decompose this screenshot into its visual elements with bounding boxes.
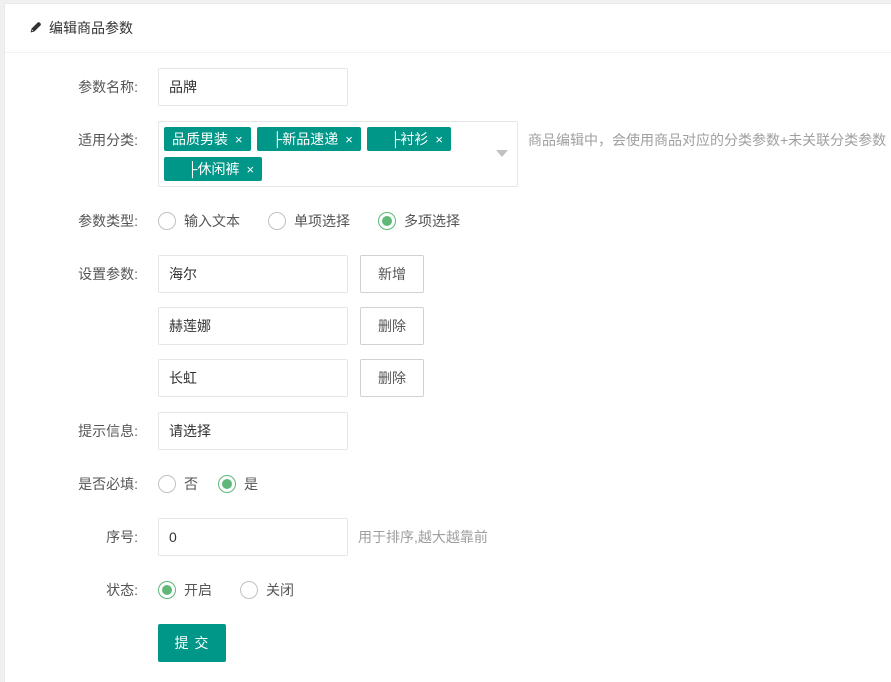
- tag-label: ├新品速递: [265, 129, 339, 149]
- hint-info-input[interactable]: [158, 412, 348, 450]
- tag-label: ├衬衫: [375, 129, 428, 149]
- sort-label: 序号:: [5, 518, 138, 556]
- delete-param-button[interactable]: 删除: [360, 359, 424, 397]
- hint-info-label: 提示信息:: [5, 412, 138, 450]
- radio-label: 输入文本: [184, 211, 240, 231]
- radio-label: 关闭: [266, 580, 294, 600]
- radio-label: 否: [184, 474, 198, 494]
- param-name-input[interactable]: [158, 68, 348, 106]
- radio-label: 多项选择: [404, 211, 460, 231]
- radio-multi-select[interactable]: 多项选择: [378, 202, 460, 240]
- param-name-label: 参数名称:: [5, 68, 138, 106]
- delete-param-button[interactable]: 删除: [360, 307, 424, 345]
- row-param-value-3: 删除: [5, 359, 891, 397]
- param-values-label: 设置参数:: [5, 255, 138, 293]
- param-type-label: 参数类型:: [5, 202, 138, 240]
- category-label: 适用分类:: [5, 121, 138, 159]
- edit-param-card: 编辑商品参数 参数名称: 适用分类: 品质男装 × ├新品速递 × ├衬衫 × ├休闲…: [4, 3, 891, 682]
- row-param-value-1: 设置参数: 新增: [5, 255, 891, 293]
- tag-label: ├休闲裤: [172, 159, 239, 179]
- radio-single-select[interactable]: 单项选择: [268, 202, 350, 240]
- row-hint-info: 提示信息:: [5, 412, 891, 450]
- row-sort: 序号: 用于排序,越大越靠前: [5, 518, 891, 556]
- add-param-button[interactable]: 新增: [360, 255, 424, 293]
- category-multiselect[interactable]: 品质男装 × ├新品速递 × ├衬衫 × ├休闲裤 ×: [158, 121, 518, 187]
- page-title: 编辑商品参数: [49, 18, 133, 38]
- row-param-name: 参数名称:: [5, 68, 891, 106]
- edit-pencil-icon: [28, 21, 42, 35]
- radio-circle-icon: [378, 212, 396, 230]
- tag-close-icon[interactable]: ×: [246, 163, 254, 176]
- row-category: 适用分类: 品质男装 × ├新品速递 × ├衬衫 × ├休闲裤 × 商品编辑中，会使用商…: [5, 121, 891, 187]
- radio-circle-icon: [240, 581, 258, 599]
- param-value-input[interactable]: [158, 359, 348, 397]
- radio-label: 单项选择: [294, 211, 350, 231]
- row-status: 状态: 开启 关闭: [5, 571, 891, 609]
- radio-circle-icon: [158, 475, 176, 493]
- tag-close-icon[interactable]: ×: [435, 133, 443, 146]
- tag-close-icon[interactable]: ×: [345, 133, 353, 146]
- category-tag: ├休闲裤 ×: [164, 157, 262, 181]
- tag-label: 品质男装: [172, 129, 228, 149]
- param-form: 参数名称: 适用分类: 品质男装 × ├新品速递 × ├衬衫 × ├休闲裤 × 商品编辑…: [5, 53, 891, 662]
- status-label: 状态:: [5, 571, 138, 609]
- submit-button[interactable]: 提 交: [158, 624, 226, 662]
- radio-circle-icon: [158, 212, 176, 230]
- sort-hint: 用于排序,越大越靠前: [358, 518, 488, 556]
- radio-label: 是: [244, 474, 258, 494]
- radio-status-off[interactable]: 关闭: [240, 571, 294, 609]
- radio-circle-icon: [218, 475, 236, 493]
- sort-input[interactable]: [158, 518, 348, 556]
- radio-circle-icon: [268, 212, 286, 230]
- row-param-value-2: 删除: [5, 307, 891, 345]
- param-value-input[interactable]: [158, 255, 348, 293]
- radio-label: 开启: [184, 580, 212, 600]
- tag-close-icon[interactable]: ×: [235, 133, 243, 146]
- row-submit: 提 交: [5, 624, 891, 662]
- row-required: 是否必填: 否 是: [5, 465, 891, 503]
- radio-input-text[interactable]: 输入文本: [158, 202, 240, 240]
- required-label: 是否必填:: [5, 465, 138, 503]
- radio-status-on[interactable]: 开启: [158, 571, 212, 609]
- chevron-down-icon[interactable]: [496, 150, 508, 163]
- category-tag: ├衬衫 ×: [367, 127, 451, 151]
- category-hint: 商品编辑中，会使用商品对应的分类参数+未关联分类参数: [528, 121, 886, 159]
- card-header: 编辑商品参数: [5, 4, 891, 53]
- category-tag: 品质男装 ×: [164, 127, 251, 151]
- param-value-input[interactable]: [158, 307, 348, 345]
- row-param-type: 参数类型: 输入文本 单项选择 多项选择: [5, 202, 891, 240]
- radio-circle-icon: [158, 581, 176, 599]
- category-tag: ├新品速递 ×: [257, 127, 361, 151]
- radio-required-yes[interactable]: 是: [218, 465, 258, 503]
- radio-required-no[interactable]: 否: [158, 465, 198, 503]
